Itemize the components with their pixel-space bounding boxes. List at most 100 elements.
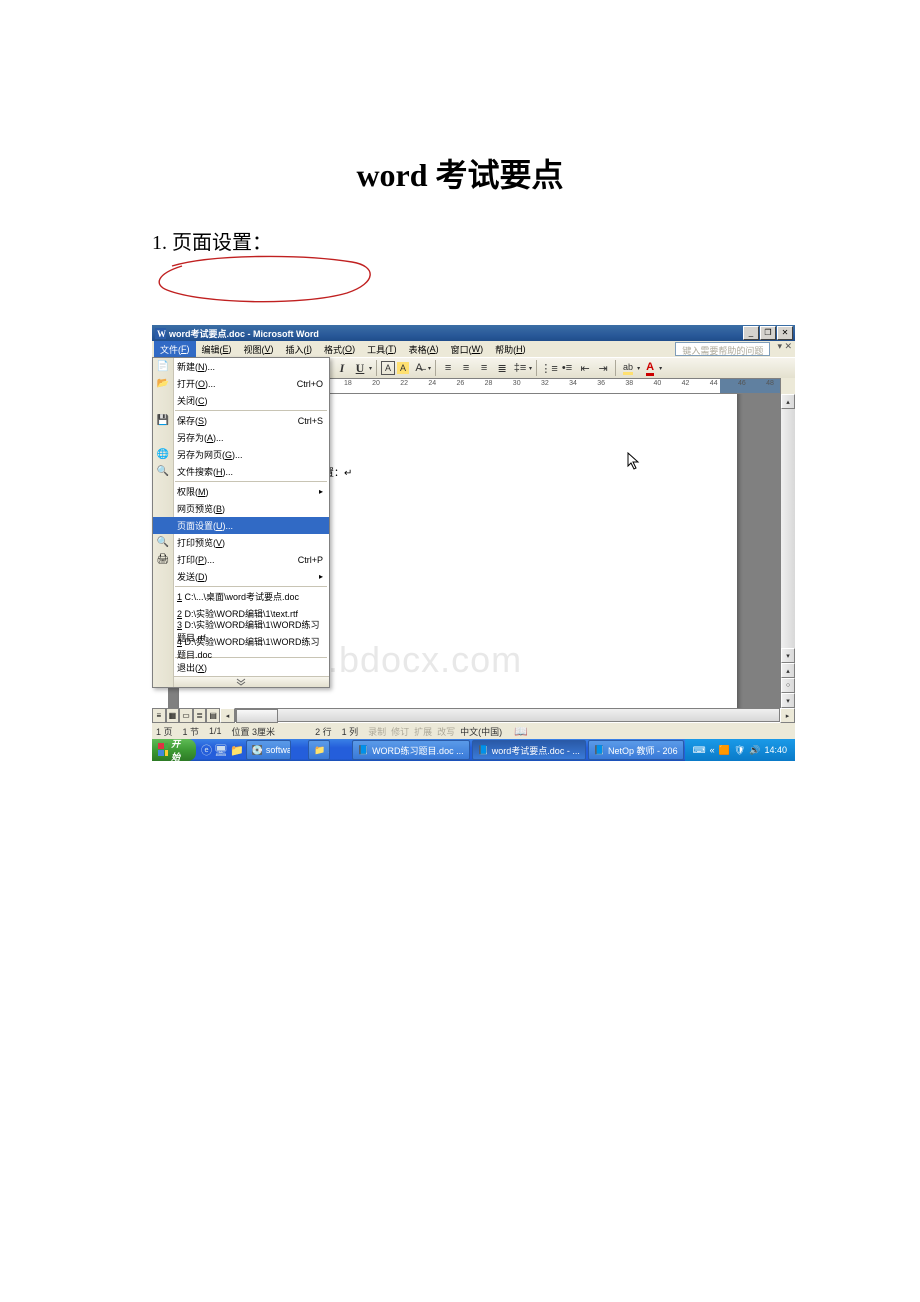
status-language[interactable]: 中文(中国) xyxy=(460,725,502,738)
taskbar-item[interactable]: 📘word考试要点.doc - ... xyxy=(472,740,586,760)
horizontal-scrollbar-row: ≡ ▦ ▭ ≣ ▤ ◂ ▸ xyxy=(152,708,795,722)
file-menu-item[interactable]: 4 D:\实验\WORD编辑\1\WORD练习题目.doc xyxy=(153,639,329,656)
align-center-button[interactable]: ≡ xyxy=(458,360,474,376)
file-menu-item[interactable]: 关闭(C) xyxy=(153,392,329,409)
status-page: 1 页 xyxy=(156,725,173,738)
quick-launch-explorer-icon[interactable]: 📁 xyxy=(230,742,244,758)
align-right-button[interactable]: ≡ xyxy=(476,360,492,376)
svg-text:W: W xyxy=(157,329,166,339)
char-shading-button[interactable]: A xyxy=(397,362,409,374)
taskbar-item-folder[interactable]: 📁 1 xyxy=(308,740,330,760)
reading-view-button[interactable]: ▤ xyxy=(206,708,220,723)
numbering-button[interactable]: ⋮≡ xyxy=(541,360,557,376)
document-title: word 考试要点 xyxy=(0,0,920,196)
normal-view-button[interactable]: ≡ xyxy=(152,708,166,723)
statusbar: 1 页 1 节 1/1 位置 3厘米 2 行 1 列 录制 修订 扩展 改写 中… xyxy=(152,722,795,739)
file-menu: 📄新建(N)...📂打开(O)...Ctrl+O关闭(C) 💾保存(S)Ctrl+… xyxy=(152,357,330,688)
file-menu-item[interactable]: 🔍打印预览(V) xyxy=(153,534,329,551)
file-menu-item[interactable]: 网页预览(B) xyxy=(153,500,329,517)
tray-icon[interactable]: 🟧 xyxy=(719,745,730,756)
status-line: 2 行 xyxy=(315,725,332,738)
help-search-input[interactable]: 键入需要帮助的问题 xyxy=(675,342,770,356)
align-left-button[interactable]: ≡ xyxy=(440,360,456,376)
menu-t[interactable]: 工具(T) xyxy=(361,341,403,357)
font-color-button[interactable]: A xyxy=(642,360,658,376)
doc-close-button[interactable]: ▾ ✕ xyxy=(774,341,795,357)
file-menu-item[interactable]: 🔍文件搜索(H)... xyxy=(153,463,329,480)
bullets-button[interactable]: •≡ xyxy=(559,360,575,376)
file-menu-item[interactable]: 📂打开(O)...Ctrl+O xyxy=(153,375,329,392)
line-spacing-button[interactable]: ‡≡ xyxy=(512,360,528,376)
scroll-right-button[interactable]: ▸ xyxy=(780,708,795,723)
menu-a[interactable]: 表格(A) xyxy=(403,341,445,357)
file-menu-item[interactable]: 另存为(A)... xyxy=(153,429,329,446)
align-distribute-button[interactable]: ≣ xyxy=(494,360,510,376)
status-rev[interactable]: 修订 xyxy=(391,725,409,738)
menu-o[interactable]: 格式(O) xyxy=(318,341,361,357)
handdrawn-circle xyxy=(152,248,382,308)
status-position: 位置 3厘米 xyxy=(232,725,276,738)
char-border-button[interactable]: A xyxy=(381,361,395,375)
scroll-down-button[interactable]: ▾ xyxy=(781,648,795,663)
prev-page-button[interactable]: ▴ xyxy=(781,663,795,678)
quick-launch-desktop-icon[interactable]: 🖥 xyxy=(214,742,228,758)
menu-w[interactable]: 窗口(W) xyxy=(445,341,490,357)
highlight-button[interactable]: ab xyxy=(620,360,636,376)
system-tray[interactable]: ⌨ « 🟧 🛡 🔊 14:40 xyxy=(685,739,795,761)
taskbar-item[interactable]: 📘WORD练习题目.doc ... xyxy=(352,740,470,760)
browse-object-button[interactable]: ○ xyxy=(781,678,795,693)
start-button[interactable]: 开始 xyxy=(152,739,196,761)
file-menu-item[interactable]: 🖨打印(P)...Ctrl+P xyxy=(153,551,329,568)
taskbar-item-drive[interactable]: 💽 software (D:) xyxy=(246,740,291,760)
tray-icon[interactable]: ⌨ xyxy=(693,745,706,756)
indent-button[interactable]: ⇥ xyxy=(595,360,611,376)
italic-button[interactable]: I xyxy=(334,360,350,376)
file-menu-item[interactable]: 🌐另存为网页(G)... xyxy=(153,446,329,463)
outline-view-button[interactable]: ≣ xyxy=(193,708,207,723)
file-menu-item[interactable]: 1 C:\...\桌面\word考试要点.doc xyxy=(153,588,329,605)
print-view-button[interactable]: ▭ xyxy=(179,708,193,723)
file-menu-item[interactable]: 📄新建(N)... xyxy=(153,358,329,375)
web-view-button[interactable]: ▦ xyxy=(166,708,180,723)
status-ext[interactable]: 扩展 xyxy=(414,725,432,738)
file-menu-item[interactable]: 页面设置(U)... xyxy=(153,517,329,534)
status-pages: 1/1 xyxy=(209,726,222,736)
close-button[interactable]: ✕ xyxy=(777,326,793,340)
menu-f[interactable]: 文件(F) xyxy=(154,341,196,357)
file-menu-item[interactable]: 权限(M)▸ xyxy=(153,483,329,500)
underline-button[interactable]: U xyxy=(352,360,368,376)
menu-e[interactable]: 编辑(E) xyxy=(196,341,238,357)
next-page-button[interactable]: ▾ xyxy=(781,693,795,708)
status-col: 1 列 xyxy=(342,725,359,738)
scroll-left-button[interactable]: ◂ xyxy=(220,708,235,723)
file-menu-item[interactable]: 退出(X) xyxy=(153,659,329,676)
menu-h[interactable]: 帮助(H) xyxy=(489,341,532,357)
menu-expand-button[interactable] xyxy=(153,676,329,687)
tray-clock[interactable]: 14:40 xyxy=(764,745,787,755)
char-scale-button[interactable]: A̶ xyxy=(411,360,427,376)
taskbar-item[interactable]: 📘NetOp 教师 - 206 xyxy=(588,740,684,760)
menu-v[interactable]: 视图(V) xyxy=(238,341,280,357)
quick-launch-ie-icon[interactable]: ⓔ xyxy=(201,742,212,758)
file-menu-item[interactable]: 💾保存(S)Ctrl+S xyxy=(153,412,329,429)
status-ovr[interactable]: 改写 xyxy=(437,725,455,738)
tray-chevron-icon[interactable]: « xyxy=(710,745,715,755)
section-heading: 1. 页面设置： xyxy=(0,196,920,255)
tray-icon[interactable]: 🛡 xyxy=(734,745,745,756)
outdent-button[interactable]: ⇤ xyxy=(577,360,593,376)
tray-icon[interactable]: 🔊 xyxy=(749,745,760,756)
horizontal-scrollbar[interactable] xyxy=(235,708,780,722)
menu-i[interactable]: 插入(I) xyxy=(280,341,319,357)
spell-check-icon[interactable]: 📖 xyxy=(513,723,529,739)
windows-logo-icon xyxy=(158,743,168,757)
file-menu-item[interactable]: 发送(D)▸ xyxy=(153,568,329,585)
titlebar: W word考试要点.doc - Microsoft Word _ ❐ ✕ xyxy=(152,325,795,341)
vertical-scrollbar[interactable]: ▴ ▾ ▴ ○ ▾ xyxy=(780,394,795,708)
menubar: 文件(F)编辑(E)视图(V)插入(I)格式(O)工具(T)表格(A)窗口(W)… xyxy=(152,341,795,357)
restore-button[interactable]: ❐ xyxy=(760,326,776,340)
status-rec[interactable]: 录制 xyxy=(368,725,386,738)
scroll-up-button[interactable]: ▴ xyxy=(781,394,795,409)
word-window: W word考试要点.doc - Microsoft Word _ ❐ ✕ 文件… xyxy=(152,325,795,761)
minimize-button[interactable]: _ xyxy=(743,326,759,340)
status-section: 1 节 xyxy=(183,725,200,738)
